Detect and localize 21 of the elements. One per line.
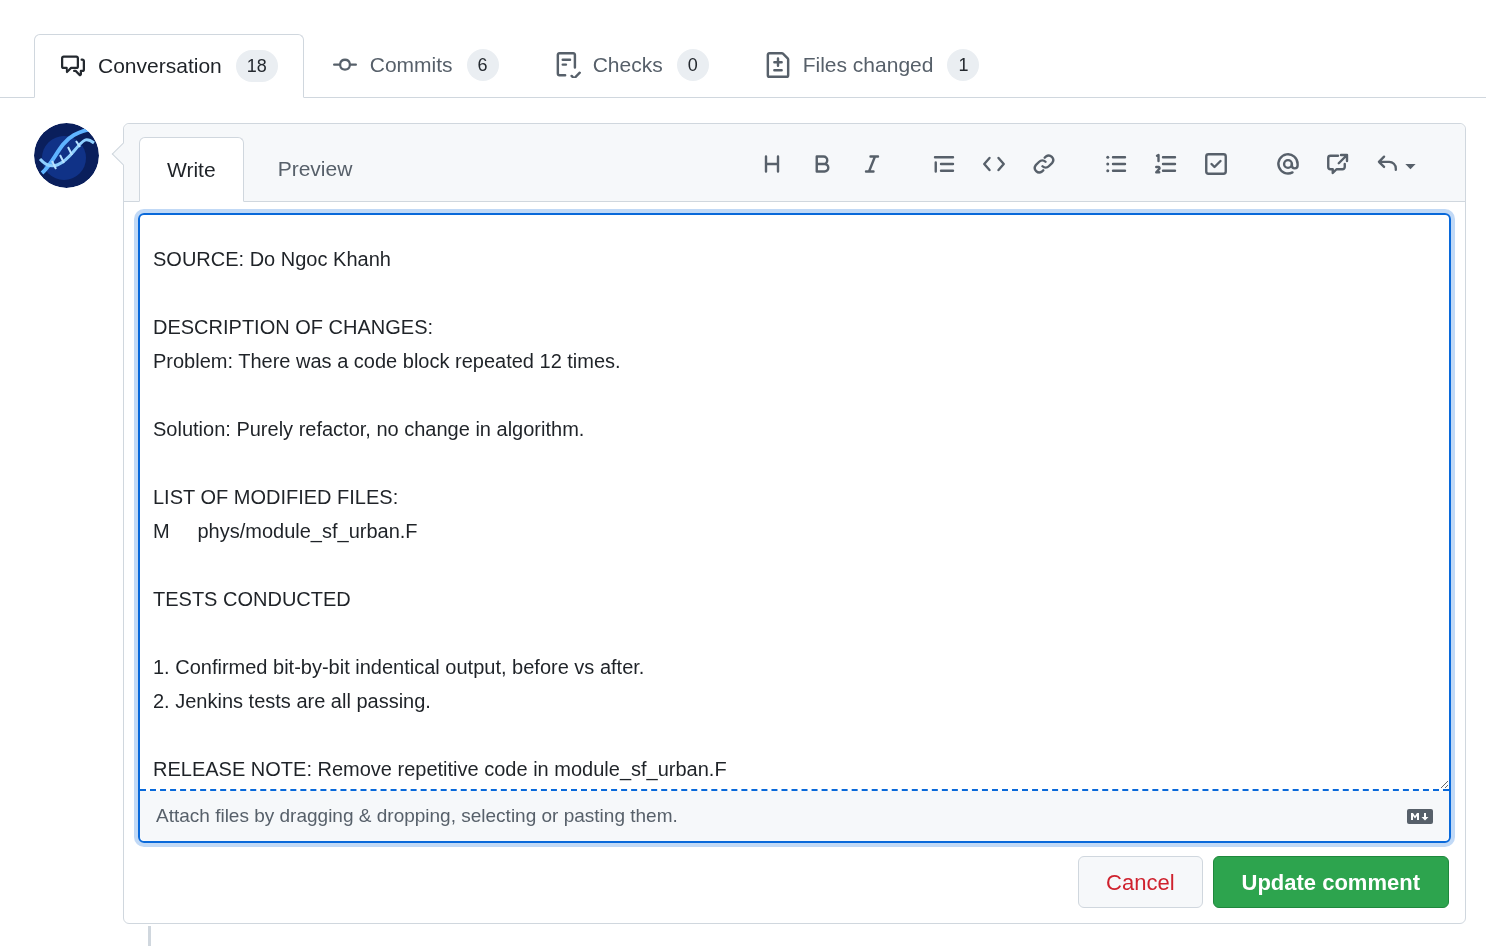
editor-tab[interactable]: Preview bbox=[243, 136, 387, 201]
count-badge: 6 bbox=[466, 49, 499, 81]
comment-icon bbox=[60, 54, 86, 78]
numbered-list-icon bbox=[1154, 152, 1178, 176]
cross-reference-icon bbox=[1326, 152, 1350, 176]
tab[interactable]: Checks 0 bbox=[526, 33, 737, 97]
cancel-button[interactable]: Cancel bbox=[1078, 856, 1203, 908]
tab[interactable]: Files changed 1 bbox=[736, 33, 1008, 97]
count-badge: 0 bbox=[676, 49, 709, 81]
tab[interactable]: Conversation 18 bbox=[34, 34, 304, 98]
markdown-icon bbox=[1407, 808, 1433, 824]
tab[interactable]: Commits 6 bbox=[303, 33, 527, 97]
count-badge: 18 bbox=[235, 50, 278, 82]
editor-tab[interactable]: Write bbox=[139, 137, 244, 202]
avatar bbox=[34, 123, 99, 188]
at-sign-icon bbox=[1276, 152, 1300, 176]
count-badge: 1 bbox=[947, 49, 980, 81]
file-diff-icon bbox=[764, 52, 791, 78]
link-icon bbox=[1032, 152, 1056, 176]
checklist-icon bbox=[554, 52, 581, 78]
checkbox-icon bbox=[1204, 152, 1228, 176]
